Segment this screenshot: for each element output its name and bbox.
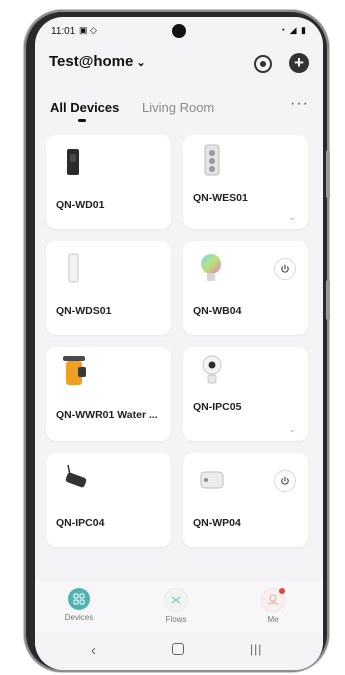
status-bar: 11:01 ▣ ◇ ◔ ◢ ▮ [35,17,323,43]
chevron-down-icon[interactable]: ⌄ [288,212,296,223]
device-card[interactable]: QN-WES01 ⌄ [183,135,308,229]
device-name: QN-WP04 [193,517,241,529]
device-name: QN-WES01 [193,192,248,204]
home-selector[interactable]: Test@home ⌄ [49,53,146,70]
home-icon[interactable] [172,643,184,655]
device-name: QN-IPC04 [56,517,105,529]
device-name: QN-WWR01 Water ... [56,409,158,421]
indoor-camera-icon [202,355,222,384]
power-icon [281,264,289,273]
nav-label: Me [267,615,279,624]
smart-plug-icon [200,471,224,489]
device-card[interactable]: QN-IPC05 ⌄ [183,347,308,441]
window-sensor-icon [68,253,79,283]
device-name: QN-IPC05 [193,401,242,413]
tab-living-room[interactable]: Living Room [142,100,214,115]
recent-apps-icon[interactable]: ||| [250,642,262,656]
system-navigation-bar: ‹ ||| [35,634,323,670]
power-toggle[interactable] [274,258,296,280]
devices-icon [68,588,90,610]
device-name: QN-WB04 [193,305,242,317]
power-side-button [326,280,330,320]
device-card[interactable]: QN-WD01 [46,135,171,229]
power-icon [281,476,289,485]
nav-label: Devices [64,613,94,622]
front-camera [172,24,186,38]
tab-all-devices[interactable]: All Devices [50,100,119,115]
device-name: QN-WD01 [56,199,105,211]
smart-bulb-icon [201,254,221,281]
chevron-down-icon[interactable]: ⌄ [288,424,296,435]
volume-button [326,150,330,198]
back-icon[interactable]: ‹ [91,642,96,659]
app-screen: 11:01 ▣ ◇ ◔ ◢ ▮ Test@home ⌄ + All Devices… [35,17,323,670]
device-card[interactable]: QN-WB04 [183,241,308,335]
water-valve-icon [63,356,86,385]
chevron-down-icon: ⌄ [136,57,146,69]
nav-flows[interactable]: Flows [146,588,206,624]
device-card[interactable]: QN-WWR01 Water ... [46,347,171,441]
scan-icon[interactable] [254,55,272,73]
device-name: QN-WDS01 [56,305,112,317]
add-device-button[interactable]: + [289,53,309,73]
notification-icons: ▣ ◇ [79,25,97,35]
signal-battery-icons: ◔ ◢ ▮ [279,25,307,35]
power-strip-icon [204,144,220,176]
device-card[interactable]: QN-WP04 [183,453,308,547]
device-card[interactable]: QN-WDS01 [46,241,171,335]
room-tabs: All Devices Living Room ··· [35,95,323,127]
flows-icon [164,588,188,612]
bottom-navigation: Devices Flows Me [35,582,323,632]
more-icon[interactable]: ··· [290,95,309,113]
power-toggle[interactable] [274,470,296,492]
door-sensor-icon [67,149,79,175]
home-name: Test@home [49,53,134,70]
active-tab-indicator [78,119,86,122]
profile-icon [261,588,285,612]
status-time: 11:01 [51,26,76,37]
nav-me[interactable]: Me [243,588,303,624]
notification-badge [279,588,285,594]
app-header: Test@home ⌄ + [35,47,323,81]
nav-devices[interactable]: Devices [49,588,109,622]
outdoor-camera-icon [65,464,87,488]
device-card[interactable]: QN-IPC04 [46,453,171,547]
nav-label: Flows [165,615,187,624]
